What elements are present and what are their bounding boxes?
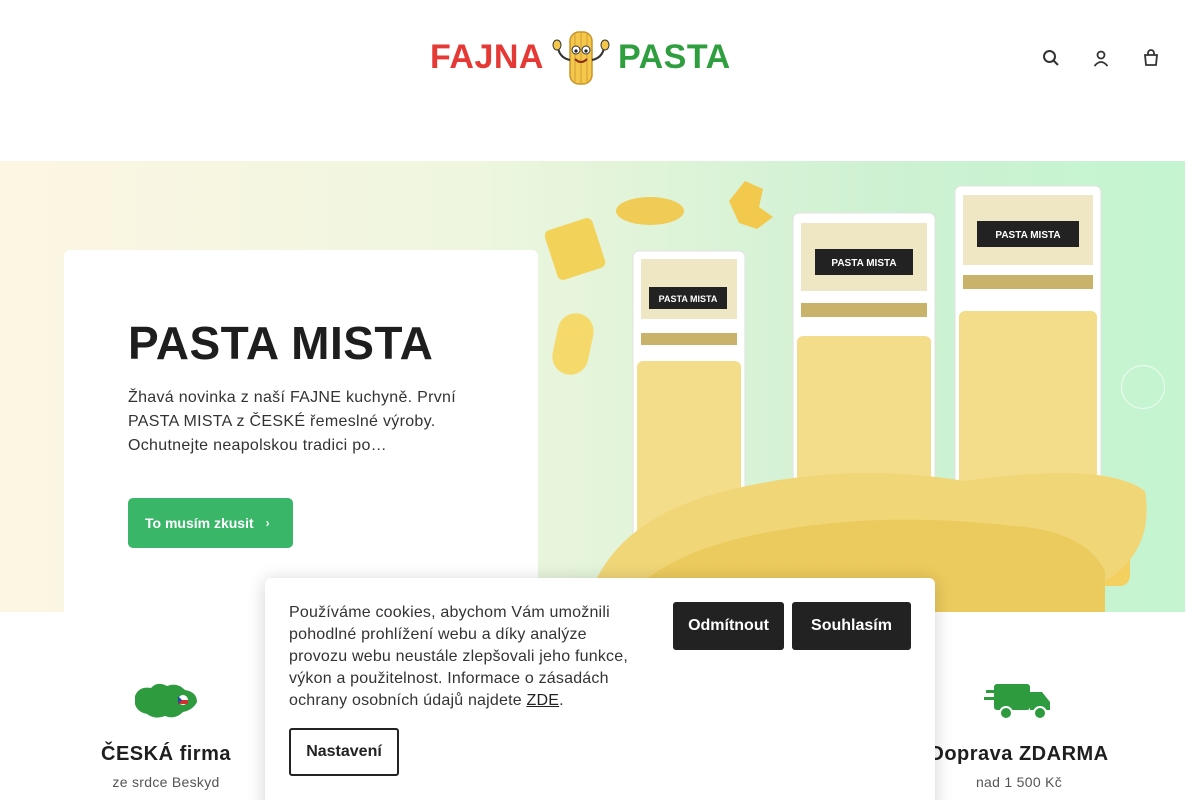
cookie-settings-button[interactable]: Nastavení <box>289 728 399 776</box>
chevron-right-icon: › <box>265 516 270 530</box>
site-header: FAJNA PASTA <box>0 0 1200 160</box>
feature-title: Doprava ZDARMA <box>929 743 1109 765</box>
hero-banner: PASTA MISTA Žhavá novinka z naší FAJNE k… <box>0 161 1185 612</box>
reject-cookies-button[interactable]: Odmítnout <box>673 602 784 650</box>
cookie-banner: Používáme cookies, abychom Vám umožnili … <box>265 578 935 800</box>
hero-title: PASTA MISTA <box>128 317 434 369</box>
cart-icon[interactable] <box>1140 46 1162 70</box>
pasta-mascot-icon <box>552 31 610 85</box>
user-icon[interactable] <box>1090 46 1112 70</box>
site-logo[interactable]: FAJNA PASTA <box>430 26 756 88</box>
cookie-text-end: . <box>559 692 564 709</box>
accept-cookies-button[interactable]: Souhlasím <box>792 602 911 650</box>
try-it-button-label: To musím zkusit <box>145 515 254 531</box>
truck-icon <box>984 684 1050 720</box>
search-icon[interactable] <box>1040 46 1062 70</box>
slider-next-button[interactable] <box>1121 365 1165 409</box>
header-actions <box>1040 46 1162 70</box>
page: FAJNA PASTA PASTA MISTA Žhavá novinka z … <box>0 0 1200 800</box>
feature-subtitle: nad 1 500 Kč <box>975 774 1063 790</box>
logo-word-right: PASTA <box>617 37 731 76</box>
svg-text:PASTA MISTA: PASTA MISTA <box>659 294 718 304</box>
cookie-text: Používáme cookies, abychom Vám umožnili … <box>289 602 649 712</box>
svg-text:PASTA MISTA: PASTA MISTA <box>995 230 1060 241</box>
czech-map-icon <box>135 683 197 718</box>
feature-subtitle: ze srdce Beskyd <box>112 774 220 790</box>
try-it-button[interactable]: To musím zkusit › <box>128 498 293 548</box>
hero-card: PASTA MISTA Žhavá novinka z naší FAJNE k… <box>64 250 538 612</box>
hero-description: Žhavá novinka z naší FAJNE kuchyně. Prvn… <box>128 389 457 454</box>
feature-title: ČESKÁ firma <box>101 743 231 765</box>
cookie-text-body: Používáme cookies, abychom Vám umožnili … <box>289 604 628 709</box>
logo-word-left: FAJNA <box>430 37 544 76</box>
svg-text:PASTA MISTA: PASTA MISTA <box>831 258 896 269</box>
feature-free-shipping: Doprava ZDARMA nad 1 500 Kč <box>928 678 1110 790</box>
feature-czech-company: ČESKÁ firma ze srdce Beskyd <box>90 678 242 790</box>
privacy-link[interactable]: ZDE <box>526 692 559 709</box>
pasta-product-image: PASTA MISTA PASTA MISTA PASTA MISTA <box>545 181 1147 612</box>
